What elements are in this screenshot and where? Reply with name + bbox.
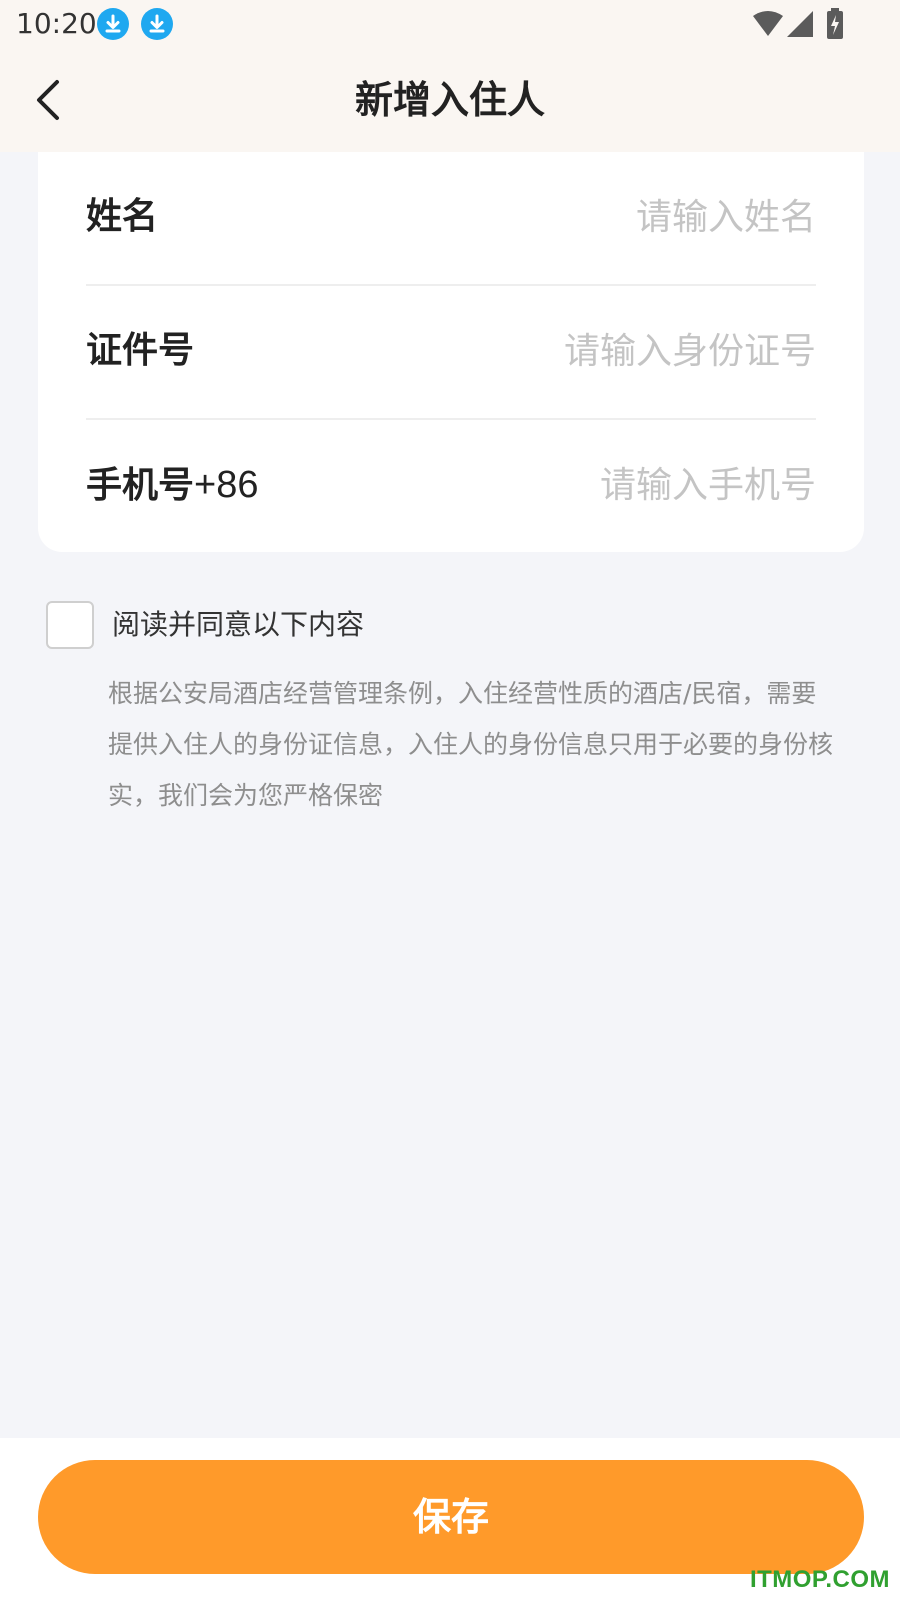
name-label: 姓名 bbox=[86, 196, 159, 237]
save-button[interactable]: 保存 bbox=[38, 1460, 864, 1574]
battery-charging-icon bbox=[826, 8, 844, 44]
phone-row: 手机号+86 bbox=[86, 420, 816, 550]
id-number-label: 证件号 bbox=[86, 330, 195, 371]
phone-input[interactable] bbox=[396, 450, 816, 520]
page-title: 新增入住人 bbox=[354, 78, 545, 122]
status-time: 10:20 bbox=[16, 7, 97, 40]
agree-label[interactable]: 阅读并同意以下内容 bbox=[112, 603, 364, 647]
title-bar: 新增入住人 bbox=[0, 48, 900, 152]
id-number-row: 证件号 bbox=[86, 286, 816, 416]
signal-icon bbox=[786, 10, 814, 42]
download-icon bbox=[141, 8, 173, 40]
status-bar: 10:20 bbox=[0, 0, 900, 48]
watermark: ITMOP.COM bbox=[749, 1566, 890, 1593]
id-number-input[interactable] bbox=[396, 316, 816, 386]
country-code: +86 bbox=[194, 464, 259, 506]
download-icon bbox=[97, 8, 129, 40]
name-row: 姓名 bbox=[86, 152, 816, 282]
phone-label: 手机号+86 bbox=[86, 420, 258, 551]
agreement-notice: 根据公安局酒店经营管理条例，入住经营性质的酒店/民宿，需要提供入住人的身份证信息… bbox=[108, 679, 834, 810]
bottom-bar: 保存 ITMOP.COM bbox=[0, 1438, 900, 1600]
guest-form-card: 姓名 证件号 手机号+86 bbox=[38, 152, 864, 552]
name-input[interactable] bbox=[396, 182, 816, 252]
phone-label-text: 手机号 bbox=[86, 465, 195, 506]
agree-checkbox[interactable] bbox=[46, 601, 94, 649]
wifi-icon bbox=[752, 10, 784, 42]
back-button[interactable] bbox=[20, 72, 76, 128]
chevron-left-icon bbox=[37, 80, 59, 120]
